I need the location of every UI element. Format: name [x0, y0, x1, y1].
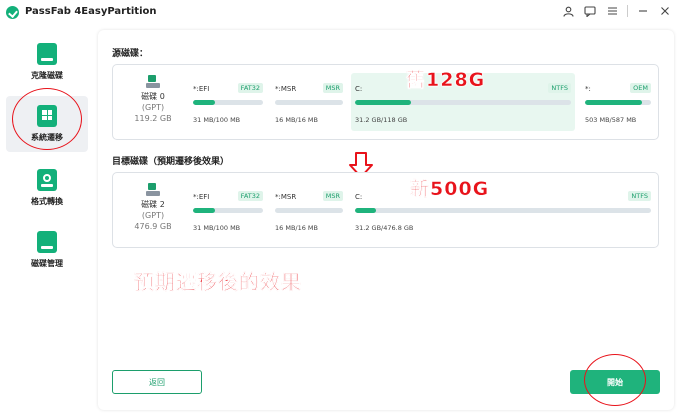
sidebar-item-label: 磁碟管理	[31, 259, 63, 268]
source-disk-label: 源磁碟：	[112, 49, 149, 59]
disk-size: 119.2 GB	[134, 114, 172, 123]
sidebar-item-clone-disk[interactable]: 克隆磁碟	[6, 34, 88, 90]
menu-icon[interactable]	[605, 4, 619, 18]
partition-fs-badge: OEM	[630, 83, 651, 93]
disk-icon	[146, 75, 160, 89]
partition-usage-bar	[585, 100, 651, 105]
titlebar-divider	[627, 5, 628, 17]
disk-size: 476.9 GB	[134, 222, 172, 231]
partition-usage-fill	[193, 100, 215, 105]
sidebar-item-label: 格式轉換	[31, 197, 63, 206]
partition-fs-badge: NTFS	[628, 191, 651, 201]
close-icon[interactable]	[658, 4, 672, 18]
target-partition-efi[interactable]: *:EFI FAT32 31 MB/100 MB	[189, 181, 267, 239]
partition-usage-bar	[355, 208, 651, 213]
partition-fs-badge: MSR	[322, 191, 343, 201]
annotation-old-disk: 舊128G	[406, 69, 486, 91]
partition-size: 16 MB/16 MB	[275, 116, 318, 124]
partition-name: *:MSR	[275, 193, 297, 201]
window-controls	[561, 4, 672, 18]
main-panel: 源磁碟： 磁碟 0 (GPT) 119.2 GB *:EFI FAT32 31 …	[98, 30, 674, 410]
sidebar: 克隆磁碟 系統遷移 格式轉換 磁碟管理	[0, 26, 94, 415]
back-button[interactable]: 返回	[112, 370, 202, 394]
source-partition-msr[interactable]: *:MSR MSR 16 MB/16 MB	[271, 73, 347, 131]
source-disk-card[interactable]: 磁碟 0 (GPT) 119.2 GB *:EFI FAT32 31 MB/10…	[112, 64, 659, 140]
partition-usage-fill	[355, 208, 376, 213]
partition-size: 16 MB/16 MB	[275, 224, 318, 232]
partition-usage-fill	[355, 100, 412, 105]
partition-name: C:	[355, 193, 363, 201]
clone-disk-icon	[37, 43, 57, 65]
app-logo-icon	[6, 6, 19, 19]
partition-usage-fill	[193, 208, 215, 213]
partition-fs-badge: FAT32	[237, 83, 263, 93]
disk-manage-icon	[37, 231, 57, 253]
app-title: PassFab 4EasyPartition	[25, 6, 157, 17]
source-partition-oem[interactable]: *: OEM 503 MB/587 MB	[581, 73, 655, 131]
partition-usage-bar	[193, 208, 263, 213]
target-partition-c[interactable]: C: NTFS 31.2 GB/476.8 GB	[351, 181, 655, 239]
partition-name: *:EFI	[193, 85, 210, 93]
target-disk-card[interactable]: 磁碟 2 (GPT) 476.9 GB *:EFI FAT32 31 MB/10…	[112, 172, 659, 248]
partition-size: 31 MB/100 MB	[193, 224, 241, 232]
partition-size: 503 MB/587 MB	[585, 116, 637, 124]
disk-name: 磁碟 0	[141, 92, 165, 101]
sidebar-item-label: 克隆磁碟	[31, 71, 63, 80]
source-disk-info: 磁碟 0 (GPT) 119.2 GB	[121, 75, 185, 124]
partition-usage-bar	[355, 100, 571, 105]
format-convert-icon	[37, 169, 57, 191]
target-disk-info: 磁碟 2 (GPT) 476.9 GB	[121, 183, 185, 232]
annotation-circle-start	[584, 354, 646, 406]
title-bar: PassFab 4EasyPartition	[0, 0, 680, 26]
minimize-icon[interactable]	[636, 4, 650, 18]
annotation-circle-sidebar	[12, 88, 82, 150]
partition-size: 31.2 GB/118 GB	[355, 116, 408, 124]
partition-size: 31 MB/100 MB	[193, 116, 241, 124]
partition-usage-fill	[585, 100, 642, 105]
sidebar-item-format-convert[interactable]: 格式轉換	[6, 160, 88, 216]
annotation-new-disk: 新500G	[410, 178, 490, 200]
disk-name: 磁碟 2	[141, 200, 165, 209]
disk-type: (GPT)	[141, 103, 165, 112]
feedback-icon[interactable]	[583, 4, 597, 18]
user-icon[interactable]	[561, 4, 575, 18]
disk-icon	[146, 183, 160, 197]
partition-usage-bar	[275, 208, 343, 213]
partition-name: *:	[585, 85, 591, 93]
target-disk-label: 目標磁碟（預期遷移後效果）	[112, 157, 230, 167]
sidebar-item-disk-manage[interactable]: 磁碟管理	[6, 222, 88, 278]
target-partition-msr[interactable]: *:MSR MSR 16 MB/16 MB	[271, 181, 347, 239]
partition-usage-bar	[275, 100, 343, 105]
disk-type: (GPT)	[141, 211, 165, 220]
partition-fs-badge: NTFS	[548, 83, 571, 93]
partition-name: C:	[355, 85, 363, 93]
partition-name: *:EFI	[193, 193, 210, 201]
partition-fs-badge: FAT32	[237, 191, 263, 201]
partition-fs-badge: MSR	[322, 83, 343, 93]
partition-usage-bar	[193, 100, 263, 105]
annotation-expected-result: 預期遷移後的效果	[134, 270, 302, 294]
partition-size: 31.2 GB/476.8 GB	[355, 224, 414, 232]
source-partition-efi[interactable]: *:EFI FAT32 31 MB/100 MB	[189, 73, 267, 131]
partition-name: *:MSR	[275, 85, 297, 93]
